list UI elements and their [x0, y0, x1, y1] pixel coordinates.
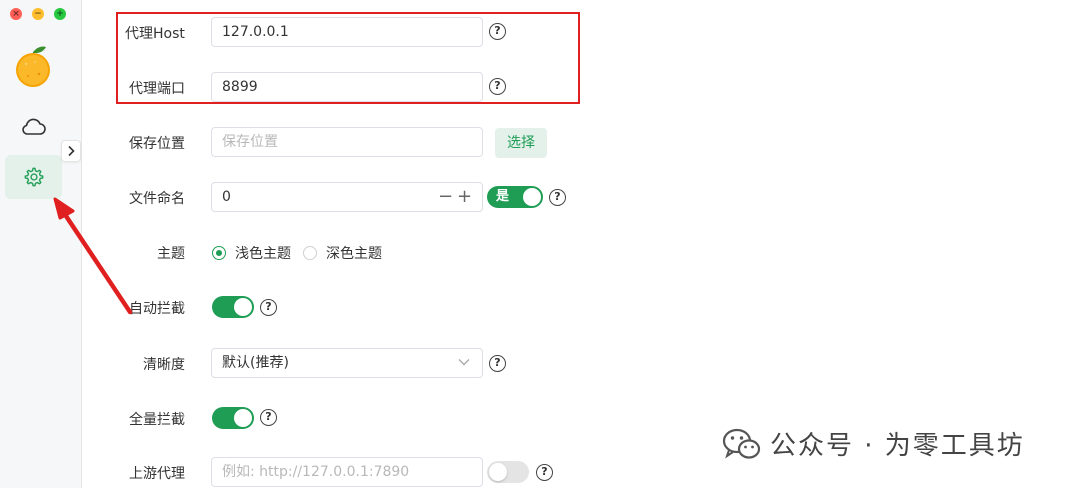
save-location-input[interactable]: 保存位置: [211, 127, 483, 157]
theme-light-label[interactable]: 浅色主题: [235, 243, 291, 263]
maximize-glyph: +: [56, 9, 64, 19]
upstream-proxy-help-icon[interactable]: ?: [536, 464, 553, 481]
toggle-on-label: 是: [496, 189, 510, 204]
clarity-label: 清晰度: [143, 357, 185, 373]
watermark: 公众号 · 为零工具坊: [722, 425, 1025, 462]
file-naming-help-icon[interactable]: ?: [549, 189, 566, 206]
sidebar-item-settings[interactable]: [5, 155, 62, 199]
chevron-right-icon: [68, 145, 75, 157]
proxy-port-input[interactable]: 8899: [211, 72, 483, 102]
theme-dark-radio[interactable]: [303, 246, 317, 260]
file-naming-toggle[interactable]: 是: [487, 186, 543, 208]
full-intercept-label: 全量拦截: [129, 412, 185, 428]
sidebar: × − +: [0, 0, 82, 488]
window-minimize-button[interactable]: −: [32, 8, 44, 20]
auto-intercept-toggle[interactable]: [212, 296, 254, 318]
theme-label: 主题: [157, 246, 185, 262]
toggle-knob: [234, 409, 252, 427]
cloud-icon: [22, 118, 46, 135]
toggle-knob: [234, 298, 252, 316]
stepper-plus-button[interactable]: +: [457, 184, 472, 210]
upstream-proxy-input[interactable]: 例如: http://127.0.0.1:7890: [211, 457, 483, 487]
save-location-label: 保存位置: [129, 136, 185, 152]
upstream-proxy-toggle[interactable]: [487, 461, 529, 483]
proxy-host-input[interactable]: 127.0.0.1: [211, 17, 483, 47]
stepper-minus-button[interactable]: −: [438, 184, 453, 210]
file-naming-label: 文件命名: [129, 191, 185, 207]
proxy-host-label: 代理Host: [125, 26, 185, 42]
theme-light-radio[interactable]: [212, 246, 226, 260]
choose-folder-button[interactable]: 选择: [495, 128, 547, 158]
chevron-down-icon: [458, 359, 470, 366]
window-maximize-button[interactable]: +: [54, 8, 66, 20]
clarity-help-icon[interactable]: ?: [489, 355, 506, 372]
window-close-button[interactable]: ×: [10, 8, 22, 20]
upstream-proxy-label: 上游代理: [129, 466, 185, 482]
full-intercept-toggle[interactable]: [212, 407, 254, 429]
sidebar-collapse-button[interactable]: [61, 140, 81, 162]
sidebar-item-cloud[interactable]: [12, 106, 54, 148]
wechat-icon: [722, 428, 761, 459]
watermark-text: 公众号 · 为零工具坊: [770, 431, 1025, 461]
proxy-port-help-icon[interactable]: ?: [489, 78, 506, 95]
proxy-host-help-icon[interactable]: ?: [489, 23, 506, 40]
toggle-knob: [523, 188, 541, 206]
auto-intercept-help-icon[interactable]: ?: [260, 299, 277, 316]
orange-logo: [13, 44, 53, 88]
proxy-port-label: 代理端口: [129, 81, 185, 97]
full-intercept-help-icon[interactable]: ?: [260, 409, 277, 426]
clarity-select[interactable]: 默认(推荐): [211, 348, 483, 378]
minimize-glyph: −: [34, 9, 42, 19]
toggle-knob: [489, 463, 507, 481]
close-glyph: ×: [12, 9, 20, 19]
theme-dark-label[interactable]: 深色主题: [326, 243, 382, 263]
gear-icon: [24, 167, 43, 187]
auto-intercept-label: 自动拦截: [129, 301, 185, 317]
